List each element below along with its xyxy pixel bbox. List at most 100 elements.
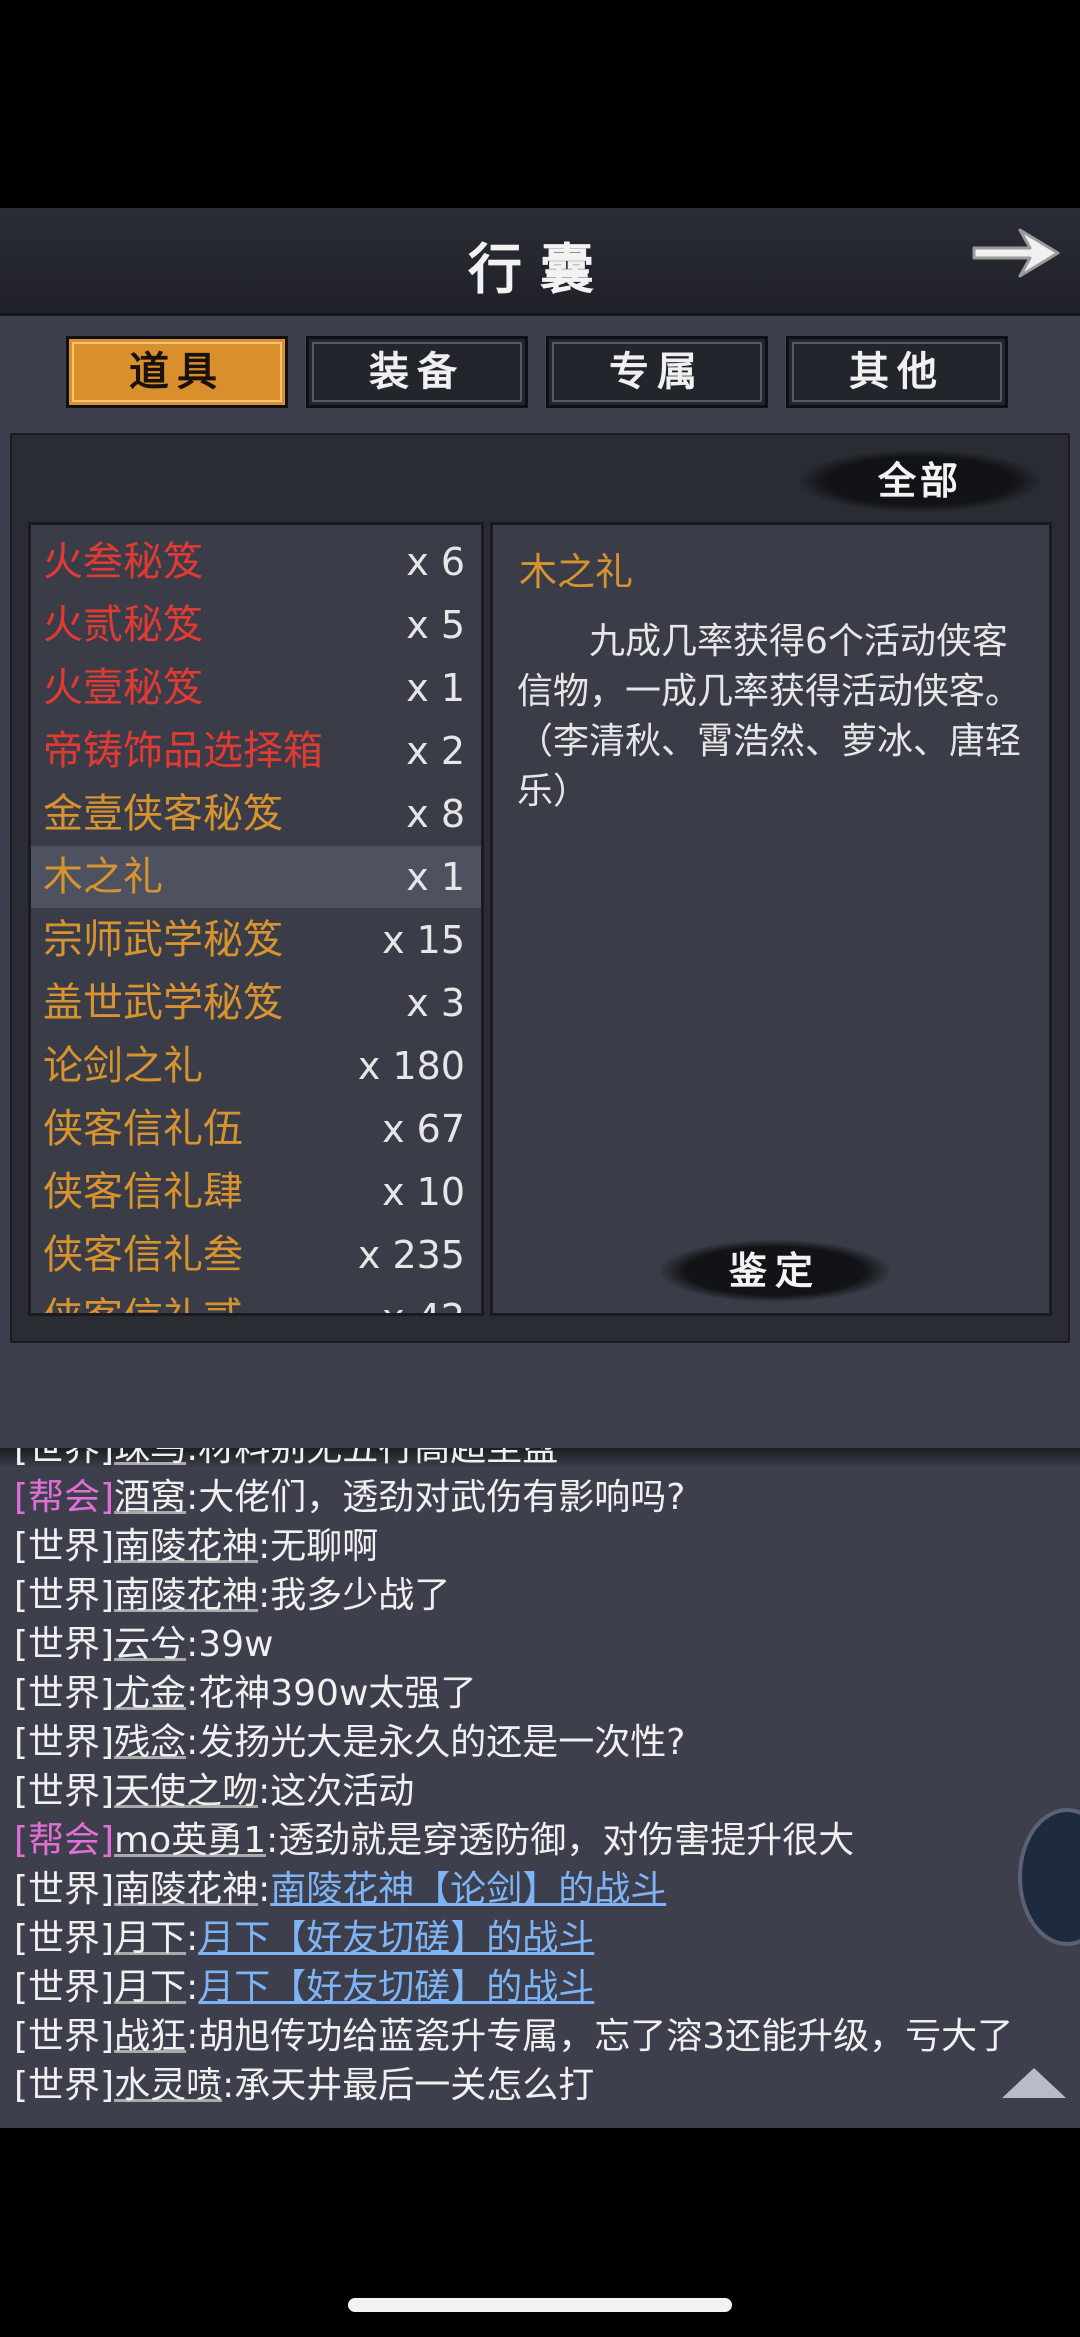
chat-message[interactable]: [世界]云兮:39w (14, 1620, 1074, 1669)
tab-equipment[interactable]: 装备 (306, 336, 528, 408)
item-list[interactable]: 火叁秘笈 x 6 火贰秘笈 x 5 火壹秘笈 x 1 帝铸饰品选择箱 x 2 金壹侠客秘笈 x 8… (28, 522, 484, 1316)
item-count: x 2 (406, 729, 465, 773)
chat-sender[interactable]: 云兮 (114, 1624, 186, 1665)
item-detail-title: 木之礼 (519, 550, 634, 594)
chat-text: :花神390w太强了 (186, 1673, 477, 1714)
chat-message[interactable]: [世界]南陵花神:南陵花神【论剑】的战斗 (14, 1865, 1074, 1914)
identify-button[interactable]: 鉴定 (660, 1240, 890, 1302)
page-title: 行囊 (468, 237, 612, 301)
list-item[interactable]: 宗师武学秘笈 x 15 (31, 909, 481, 971)
list-item[interactable]: 火叁秘笈 x 6 (31, 531, 481, 593)
chat-sender[interactable]: 南陵花神 (114, 1526, 258, 1567)
chat-text: :承天井最后一关怎么打 (222, 2065, 595, 2106)
item-count: x 67 (382, 1107, 465, 1151)
chat-message[interactable]: [世界]月下:月下【好友切磋】的战斗 (14, 1963, 1074, 2012)
list-item[interactable]: 火壹秘笈 x 1 (31, 657, 481, 719)
chat-message[interactable]: [世界]南陵花神:我多少战了 (14, 1571, 1074, 1620)
chat-message[interactable]: [世界]战狂:胡旭传功给蓝瓷升专属，忘了溶3还能升级，亏大了 (14, 2012, 1074, 2061)
tab-other[interactable]: 其他 (786, 336, 1008, 408)
chat-sender[interactable]: 水灵喷 (114, 2065, 222, 2106)
item-name: 木之礼 (43, 854, 163, 900)
chat-sender[interactable]: 残念 (114, 1722, 186, 1763)
chat-message[interactable]: [帮会]酒窝:大佬们，透劲对武伤有影响吗? (14, 1473, 1074, 1522)
list-item[interactable]: 侠客信礼伍 x 67 (31, 1098, 481, 1160)
chat-panel[interactable]: [世界]珠鸟:材料别无五行高超至盘 [帮会]酒窝:大佬们，透劲对武伤有影响吗? [世… (0, 1448, 1080, 2128)
list-item[interactable]: 盖世武学秘笈 x 3 (31, 972, 481, 1034)
list-item[interactable]: 帝铸饰品选择箱 x 2 (31, 720, 481, 782)
arrow-right-icon[interactable] (968, 218, 1068, 288)
chat-text: :发扬光大是永久的还是一次性? (186, 1722, 686, 1763)
item-name: 金壹侠客秘笈 (43, 791, 283, 837)
chat-text: : (186, 1967, 199, 2008)
item-name: 论剑之礼 (43, 1043, 203, 1089)
list-item[interactable]: 侠客信礼贰 x 42 (31, 1287, 481, 1313)
chat-sender[interactable]: 南陵花神 (114, 1869, 258, 1910)
item-count: x 5 (406, 603, 465, 647)
chat-battle-link[interactable]: 月下【好友切磋】的战斗 (198, 1967, 594, 2008)
chat-text: :材料别无五行高超至盘 (186, 1448, 559, 1469)
chat-text: :透劲就是穿透防御，对伤害提升很大 (266, 1820, 855, 1861)
item-name: 火贰秘笈 (43, 602, 203, 648)
chat-channel: [世界] (14, 1673, 115, 1714)
chat-message[interactable]: [世界]尤金:花神390w太强了 (14, 1669, 1074, 1718)
chat-sender[interactable]: 天使之吻 (114, 1771, 258, 1812)
list-item[interactable]: 侠客信礼肆 x 10 (31, 1161, 481, 1223)
chat-channel: [世界] (14, 1722, 115, 1763)
chat-channel: [世界] (14, 1771, 115, 1812)
chat-channel: [帮会] (14, 1477, 115, 1518)
chat-text: : (258, 1869, 271, 1910)
chat-message[interactable]: [世界]珠鸟:材料别无五行高超至盘 (14, 1448, 1074, 1473)
item-count: x 1 (406, 855, 465, 899)
item-name: 火壹秘笈 (43, 665, 203, 711)
item-name: 侠客信礼伍 (43, 1106, 243, 1152)
chat-channel: [世界] (14, 1624, 115, 1665)
chat-sender[interactable]: 月下 (114, 1967, 186, 2008)
chat-text: :39w (186, 1624, 274, 1665)
chat-channel: [世界] (14, 1918, 115, 1959)
list-item[interactable]: 火贰秘笈 x 5 (31, 594, 481, 656)
item-detail-description: 九成几率获得6个活动侠客信物，一成几率获得活动侠客。（李清秋、霄浩然、萝冰、唐轻… (517, 621, 1022, 812)
chat-sender[interactable]: 珠鸟 (114, 1448, 186, 1469)
item-count: x 235 (357, 1233, 465, 1277)
chat-sender[interactable]: 战狂 (114, 2016, 186, 2057)
chat-sender[interactable]: 尤金 (114, 1673, 186, 1714)
chat-channel: [世界] (14, 1869, 115, 1910)
chat-channel: [世界] (14, 1526, 115, 1567)
home-indicator (348, 2298, 732, 2312)
scroll-up-icon[interactable] (1002, 2068, 1066, 2098)
chat-message[interactable]: [世界]南陵花神:无聊啊 (14, 1522, 1074, 1571)
chat-message[interactable]: [帮会]mo英勇1:透劲就是穿透防御，对伤害提升很大 (14, 1816, 1074, 1865)
chat-message[interactable]: [世界]天使之吻:这次活动 (14, 1767, 1074, 1816)
item-count: x 15 (382, 918, 465, 962)
tab-items[interactable]: 道具 (66, 336, 288, 408)
item-count: x 8 (406, 792, 465, 836)
chat-message[interactable]: [世界]月下:月下【好友切磋】的战斗 (14, 1914, 1074, 1963)
chat-channel: [帮会] (14, 1820, 115, 1861)
item-count: x 42 (382, 1287, 465, 1313)
item-name: 帝铸饰品选择箱 (43, 728, 323, 774)
chat-text: :无聊啊 (258, 1526, 379, 1567)
item-detail-panel: 木之礼 九成几率获得6个活动侠客信物，一成几率获得活动侠客。（李清秋、霄浩然、萝… (490, 522, 1052, 1316)
chat-text: :我多少战了 (258, 1575, 451, 1616)
tab-exclusive[interactable]: 专属 (546, 336, 768, 408)
item-name: 火叁秘笈 (43, 539, 203, 585)
chat-channel: [世界] (14, 1967, 115, 2008)
list-item[interactable]: 论剑之礼 x 180 (31, 1035, 481, 1097)
item-count: x 3 (406, 981, 465, 1025)
chat-message[interactable]: [世界]水灵喷:承天井最后一关怎么打 (14, 2061, 1074, 2110)
chat-message[interactable]: [世界]残念:发扬光大是永久的还是一次性? (14, 1718, 1074, 1767)
filter-dropdown[interactable]: 全部 (800, 450, 1040, 512)
chat-sender[interactable]: mo英勇1 (114, 1820, 266, 1861)
chat-channel: [世界] (14, 1448, 115, 1469)
item-count: x 1 (406, 666, 465, 710)
list-item[interactable]: 木之礼 x 1 (31, 846, 481, 908)
chat-text: :这次活动 (258, 1771, 415, 1812)
chat-battle-link[interactable]: 月下【好友切磋】的战斗 (198, 1918, 594, 1959)
list-item[interactable]: 侠客信礼叁 x 235 (31, 1224, 481, 1286)
list-item[interactable]: 金壹侠客秘笈 x 8 (31, 783, 481, 845)
chat-battle-link[interactable]: 南陵花神【论剑】的战斗 (270, 1869, 666, 1910)
chat-sender[interactable]: 南陵花神 (114, 1575, 258, 1616)
item-name: 盖世武学秘笈 (43, 980, 283, 1026)
chat-sender[interactable]: 月下 (114, 1918, 186, 1959)
chat-sender[interactable]: 酒窝 (114, 1477, 186, 1518)
